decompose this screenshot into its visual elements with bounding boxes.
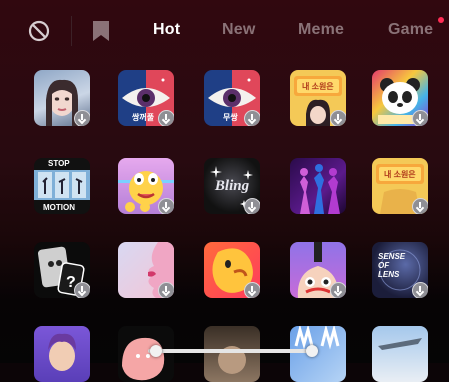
effect-label-line: SENSE: [378, 252, 406, 261]
download-icon: [244, 198, 260, 214]
download-icon: [244, 282, 260, 298]
effect-tile[interactable]: 무쌍: [204, 70, 260, 126]
new-badge-dot: [438, 17, 444, 23]
effect-tile[interactable]: [372, 70, 428, 126]
effect-tile[interactable]: SENSE OF LENS: [372, 242, 428, 298]
effect-tile[interactable]: [290, 242, 346, 298]
download-icon: [158, 282, 174, 298]
divider: [71, 16, 72, 46]
intensity-slider[interactable]: [148, 345, 318, 357]
effect-label: STOP: [48, 159, 70, 168]
download-icon: [74, 110, 90, 126]
effect-tile[interactable]: [34, 70, 90, 126]
effect-tile[interactable]: [372, 326, 428, 382]
effect-tile[interactable]: [118, 158, 174, 214]
effect-tile[interactable]: 내 소원은: [372, 158, 428, 214]
effect-tile[interactable]: 내 소원은: [290, 70, 346, 126]
effect-tile[interactable]: Bling: [204, 158, 260, 214]
effect-label: 내 소원은: [384, 170, 416, 179]
effect-label: 내 소원은: [302, 82, 334, 91]
download-icon: [412, 198, 428, 214]
tab-new[interactable]: New: [222, 21, 256, 39]
effect-label-line: OF: [378, 261, 390, 270]
slider-thumb[interactable]: [306, 345, 318, 357]
effect-tile[interactable]: [290, 158, 346, 214]
effect-tile[interactable]: [118, 242, 174, 298]
effect-label: SENSE OF LENS: [378, 252, 405, 279]
effect-label: MOTION: [43, 203, 75, 212]
slider-track: [148, 349, 318, 353]
download-icon: [330, 282, 346, 298]
effect-tile[interactable]: ?: [34, 242, 90, 298]
effect-label: 쌍꺼풀: [132, 113, 155, 122]
plane-icon: [378, 338, 422, 350]
effects-category-bar: Hot New Meme Game: [0, 0, 449, 62]
effect-label-line: LENS: [378, 270, 400, 279]
effect-tile[interactable]: [34, 326, 90, 382]
ban-icon[interactable]: [28, 20, 50, 42]
download-icon: [74, 282, 90, 298]
download-icon: [158, 110, 174, 126]
effect-tile[interactable]: STOP MOTION: [34, 158, 90, 214]
download-icon: [158, 198, 174, 214]
avatar-icon: [48, 333, 76, 371]
bookmark-icon[interactable]: [92, 20, 110, 42]
download-icon: [412, 110, 428, 126]
tab-hot[interactable]: Hot: [153, 21, 180, 39]
tab-game[interactable]: Game: [388, 21, 433, 39]
effect-tile[interactable]: [204, 242, 260, 298]
download-icon: [330, 110, 346, 126]
tab-meme[interactable]: Meme: [298, 21, 344, 39]
dancers-icon: [300, 164, 340, 214]
download-icon: [244, 110, 260, 126]
effect-label: 무쌍: [223, 113, 238, 122]
effect-label: Bling: [214, 178, 250, 194]
download-icon: [412, 282, 428, 298]
effect-tile[interactable]: 쌍꺼풀: [118, 70, 174, 126]
slider-thumb[interactable]: [150, 345, 162, 357]
